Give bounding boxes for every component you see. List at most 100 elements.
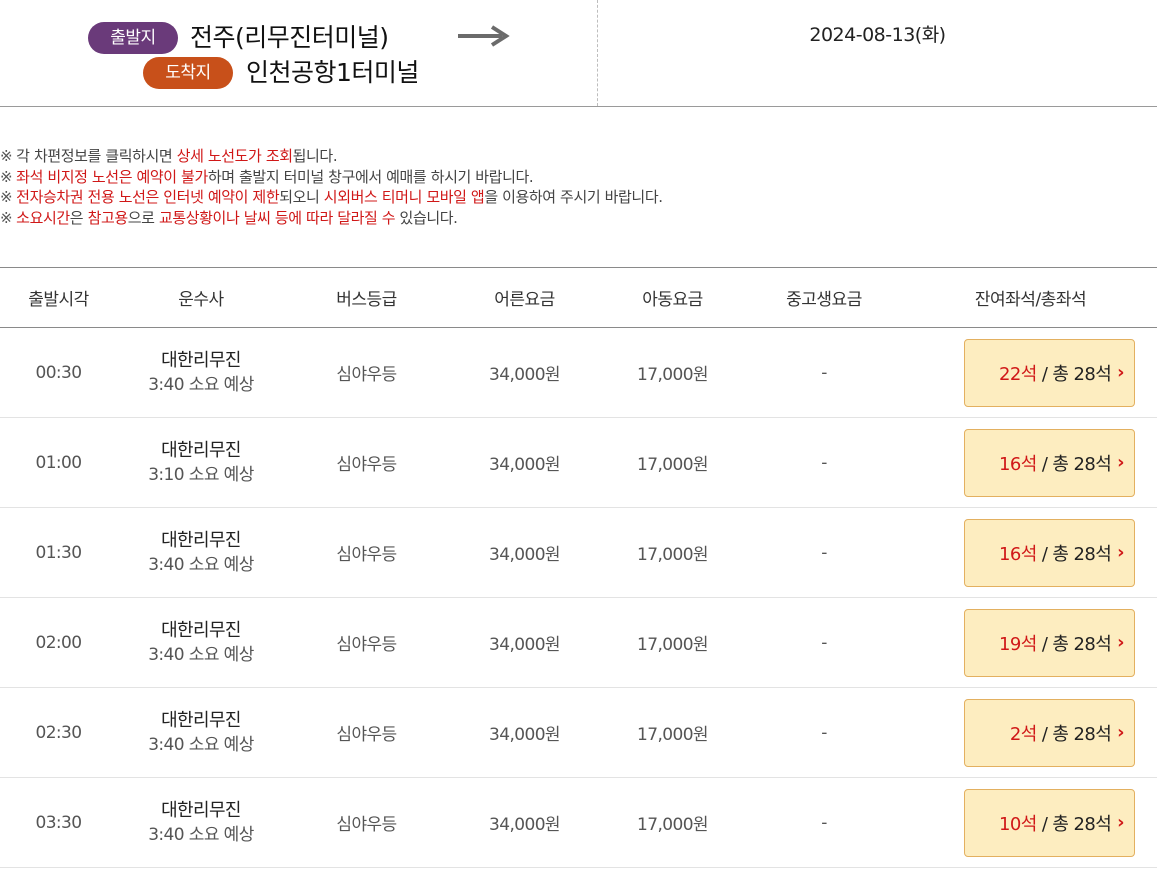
adult-fare: 34,000원 xyxy=(448,417,601,508)
seat-select-button[interactable]: 10석 / 총 28석 › xyxy=(964,788,1135,857)
child-fare: 17,000원 xyxy=(601,507,744,598)
company-cell[interactable]: 대한리무진 3:40 소요 예상 xyxy=(117,507,285,598)
route-summary: 출발지 전주(리무진터미널) 도착지 인천공항1터미널 xyxy=(0,0,598,106)
departure-date: 2024-08-13(화) xyxy=(809,24,946,46)
departure-time: 02:00 xyxy=(0,597,117,688)
table-row[interactable]: 01:30 대한리무진 3:40 소요 예상 심야우등 34,000원 17,000원 -1… xyxy=(0,507,1157,598)
total-seats-prefix: / 총 xyxy=(1041,363,1069,385)
remaining-seats: 10석 xyxy=(999,813,1037,835)
table-row[interactable]: 02:00 대한리무진 3:40 소요 예상 심야우등 34,000원 17,000원 -1… xyxy=(0,597,1157,688)
notice-item: ※ 각 차편정보를 클릭하시면 상세 노선도가 조회됩니다. xyxy=(0,146,663,167)
notice-item: ※ 좌석 비지정 노선은 예약이 불가하며 출발지 터미널 창구에서 예매를 하시… xyxy=(0,167,663,188)
company-cell[interactable]: 대한리무진 3:40 소요 예상 xyxy=(117,597,285,688)
adult-fare: 34,000원 xyxy=(448,687,601,778)
total-seats: 28석 xyxy=(1073,813,1112,835)
notice-highlight: 시외버스 티머니 모바일 앱 xyxy=(323,188,485,206)
child-fare: 17,000원 xyxy=(601,597,744,688)
notice-highlight: 참고용 xyxy=(87,208,129,227)
seat-select-button[interactable]: 16석 / 총 28석 › xyxy=(964,518,1135,587)
bus-grade: 심야우등 xyxy=(285,327,448,418)
schedule-table: 출발시각 운수사 버스등급 어른요금 아동요금 중고생요금 잔여좌석/총좌석 0… xyxy=(0,267,1157,868)
student-fare: - xyxy=(744,777,904,868)
table-row[interactable]: 02:30 대한리무진 3:40 소요 예상 심야우등 34,000원 17,000원 -2… xyxy=(0,687,1157,778)
adult-fare: 34,000원 xyxy=(448,507,601,598)
company-name: 대한리무진 xyxy=(161,619,241,641)
trip-duration: 3:40 소요 예상 xyxy=(148,824,254,845)
table-row[interactable]: 00:30 대한리무진 3:40 소요 예상 심야우등 34,000원 17,000원 -2… xyxy=(0,327,1157,418)
notice-mark: ※ xyxy=(0,188,13,206)
student-fare: - xyxy=(744,327,904,418)
child-fare: 17,000원 xyxy=(601,687,744,778)
child-fare: 17,000원 xyxy=(601,327,744,418)
chevron-right-icon: › xyxy=(1117,812,1124,833)
notice-text: 을 이용하여 주시기 바랍니다. xyxy=(484,188,663,206)
total-seats: 28석 xyxy=(1073,543,1112,565)
seats-cell: 19석 / 총 28석 › xyxy=(904,597,1157,688)
notice-mark: ※ xyxy=(0,167,13,186)
child-fare: 17,000원 xyxy=(601,777,744,868)
adult-fare: 34,000원 xyxy=(448,597,601,688)
notice-highlight: 전자승차권 전용 노선은 인터넷 예약이 제한 xyxy=(16,188,280,206)
chevron-right-icon: › xyxy=(1117,362,1124,383)
header-student-fare: 중고생요금 xyxy=(744,267,904,328)
arrival-badge: 도착지 xyxy=(143,57,233,89)
company-cell[interactable]: 대한리무진 3:40 소요 예상 xyxy=(117,687,285,778)
seat-select-button[interactable]: 2석 / 총 28석 › xyxy=(964,698,1135,767)
table-row[interactable]: 03:30 대한리무진 3:40 소요 예상 심야우등 34,000원 17,000원 -1… xyxy=(0,777,1157,868)
total-seats: 28석 xyxy=(1073,453,1112,475)
seats-cell: 10석 / 총 28석 › xyxy=(904,777,1157,868)
departure-time: 01:30 xyxy=(0,507,117,598)
departure-time: 01:00 xyxy=(0,417,117,508)
header-child-fare: 아동요금 xyxy=(601,267,744,328)
company-cell[interactable]: 대한리무진 3:40 소요 예상 xyxy=(117,777,285,868)
remaining-seats: 16석 xyxy=(999,453,1037,475)
departure-badge: 출발지 xyxy=(88,22,178,54)
total-seats-prefix: / 총 xyxy=(1041,723,1069,745)
company-cell[interactable]: 대한리무진 3:40 소요 예상 xyxy=(117,327,285,418)
student-fare: - xyxy=(744,417,904,508)
bus-grade: 심야우등 xyxy=(285,777,448,868)
student-fare: - xyxy=(744,687,904,778)
notice-list: ※ 각 차편정보를 클릭하시면 상세 노선도가 조회됩니다. ※ 좌석 비지정 노선은… xyxy=(0,146,663,228)
notice-text: 하며 출발지 터미널 창구에서 예매를 하시기 바랍니다. xyxy=(207,167,534,186)
trip-duration: 3:40 소요 예상 xyxy=(148,734,254,755)
header-adult-fare: 어른요금 xyxy=(448,267,601,328)
table-row[interactable]: 01:00 대한리무진 3:10 소요 예상 심야우등 34,000원 17,000원 -1… xyxy=(0,417,1157,508)
company-cell[interactable]: 대한리무진 3:10 소요 예상 xyxy=(117,417,285,508)
seats-cell: 16석 / 총 28석 › xyxy=(904,507,1157,598)
seat-select-button[interactable]: 19석 / 총 28석 › xyxy=(964,608,1135,677)
total-seats-prefix: / 총 xyxy=(1041,453,1069,475)
arrival-terminal: 인천공항1터미널 xyxy=(246,58,419,87)
trip-duration: 3:40 소요 예상 xyxy=(148,374,254,395)
notice-item: ※ 소요시간은 참고용으로 교통상황이나 날씨 등에 따라 달라질 수 있습니다. xyxy=(0,208,663,229)
adult-fare: 34,000원 xyxy=(448,327,601,418)
departure-time: 03:30 xyxy=(0,777,117,868)
chevron-right-icon: › xyxy=(1117,542,1124,563)
seat-select-button[interactable]: 22석 / 총 28석 › xyxy=(964,338,1135,407)
departure-time: 00:30 xyxy=(0,327,117,418)
child-fare: 17,000원 xyxy=(601,417,744,508)
trip-duration: 3:40 소요 예상 xyxy=(148,644,254,665)
notice-text: 으로 xyxy=(127,208,159,227)
header-departure-time: 출발시각 xyxy=(0,267,117,328)
total-seats: 28석 xyxy=(1073,723,1112,745)
departure-terminal: 전주(리무진터미널) xyxy=(190,23,389,52)
seats-cell: 2석 / 총 28석 › xyxy=(904,687,1157,778)
student-fare: - xyxy=(744,597,904,688)
notice-highlight: 좌석 비지정 노선은 예약이 불가 xyxy=(16,167,208,186)
notice-highlight: 상세 노선도가 조회 xyxy=(176,147,293,165)
table-header-row: 출발시각 운수사 버스등급 어른요금 아동요금 중고생요금 잔여좌석/총좌석 xyxy=(0,267,1157,328)
notice-highlight: 소요시간 xyxy=(16,208,70,227)
remaining-seats: 16석 xyxy=(999,543,1037,565)
seat-select-button[interactable]: 16석 / 총 28석 › xyxy=(964,428,1135,497)
total-seats-prefix: / 총 xyxy=(1041,813,1069,835)
chevron-right-icon: › xyxy=(1117,722,1124,743)
notice-highlight: 교통상황이나 날씨 등에 따라 달라질 수 xyxy=(158,208,396,227)
remaining-seats: 2석 xyxy=(1009,723,1037,745)
notice-mark: ※ xyxy=(0,208,13,227)
total-seats: 28석 xyxy=(1073,363,1112,385)
trip-duration: 3:40 소요 예상 xyxy=(148,554,254,575)
trip-duration: 3:10 소요 예상 xyxy=(148,464,254,485)
bus-grade: 심야우등 xyxy=(285,687,448,778)
total-seats: 28석 xyxy=(1073,633,1112,655)
